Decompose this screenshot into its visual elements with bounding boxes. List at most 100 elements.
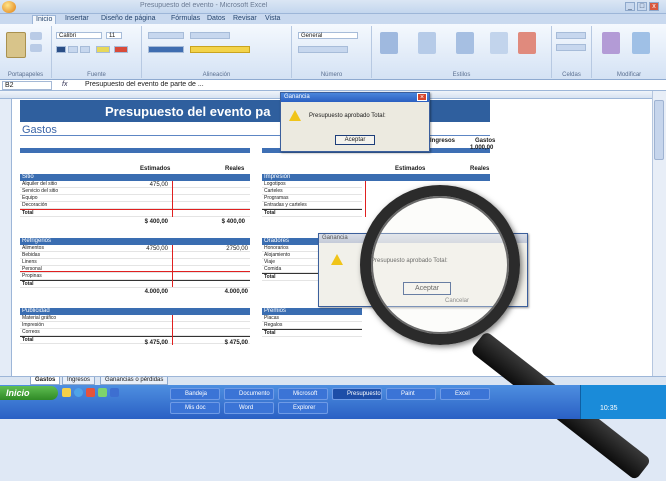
table-row-total[interactable]: Total bbox=[262, 209, 362, 217]
clock[interactable]: 10:35 bbox=[600, 405, 618, 412]
tab-page-layout[interactable]: Diseño de página bbox=[98, 15, 159, 24]
table-row[interactable]: Servicio del sitio bbox=[20, 188, 250, 195]
format-table-icon[interactable] bbox=[418, 32, 436, 54]
tab-data[interactable]: Datos bbox=[204, 15, 228, 24]
font-size-select[interactable]: 11 bbox=[106, 32, 122, 39]
tab-review[interactable]: Revisar bbox=[230, 15, 260, 24]
sheet-tabs-bar: Gastos Ingresos Ganancias o pérdidas bbox=[0, 376, 666, 385]
tab-formulas[interactable]: Fórmulas bbox=[168, 15, 203, 24]
section-publicidad[interactable]: Publicidad bbox=[20, 308, 250, 315]
paste-icon[interactable] bbox=[6, 32, 26, 58]
number-format-select[interactable]: General bbox=[298, 32, 358, 39]
sheet-subtitle[interactable]: Gastos bbox=[22, 124, 57, 136]
taskbar-item[interactable]: Explorer bbox=[278, 402, 328, 414]
excel-icon[interactable] bbox=[98, 388, 107, 397]
merge-center-icon[interactable] bbox=[190, 46, 250, 53]
media-icon[interactable] bbox=[86, 388, 95, 397]
cell-styles-icon[interactable] bbox=[456, 32, 474, 54]
dialog-ok-button[interactable]: Aceptar bbox=[335, 135, 375, 145]
font-color-icon[interactable] bbox=[114, 46, 128, 53]
maximize-button[interactable]: □ bbox=[637, 2, 647, 11]
italic-icon[interactable] bbox=[68, 46, 78, 53]
name-box[interactable]: B2 bbox=[2, 81, 52, 90]
tab-home[interactable]: Inicio bbox=[32, 15, 57, 24]
browser-icon[interactable] bbox=[74, 388, 83, 397]
sheet-tab-ganancias[interactable]: Ganancias o pérdidas bbox=[100, 377, 169, 385]
table-row-total[interactable]: Total bbox=[20, 209, 250, 217]
summary-value[interactable]: 1.000,00 bbox=[470, 145, 493, 151]
taskbar-item[interactable]: Paint bbox=[386, 388, 436, 400]
section-sitio[interactable]: Sitio bbox=[20, 174, 250, 181]
underline-icon[interactable] bbox=[80, 46, 90, 53]
office-button-icon[interactable] bbox=[2, 1, 16, 13]
cell-total-real[interactable]: 4.000,00 bbox=[200, 289, 248, 295]
taskbar-item[interactable]: Word bbox=[224, 402, 274, 414]
insert-cells-icon[interactable] bbox=[490, 32, 508, 54]
autosum-icon[interactable] bbox=[556, 32, 586, 39]
table-row[interactable]: Bebidas bbox=[20, 252, 250, 259]
table-row[interactable]: Linens bbox=[20, 259, 250, 266]
section-premios[interactable]: Premios bbox=[262, 308, 362, 315]
align-top-icon[interactable] bbox=[148, 32, 184, 39]
font-name-select[interactable]: Calibri bbox=[56, 32, 102, 39]
table-row[interactable]: Logotipos bbox=[262, 181, 362, 188]
table-row[interactable]: Regalos bbox=[262, 322, 362, 329]
tab-insert[interactable]: Insertar bbox=[62, 15, 92, 24]
table-row[interactable]: Entradas y carteles bbox=[262, 202, 362, 209]
word-icon[interactable] bbox=[110, 388, 119, 397]
cut-icon[interactable] bbox=[30, 32, 42, 40]
close-button[interactable]: x bbox=[649, 2, 659, 11]
fill-color-icon[interactable] bbox=[96, 46, 110, 53]
conditional-format-icon[interactable] bbox=[380, 32, 398, 54]
taskbar-item[interactable]: Microsoft bbox=[278, 388, 328, 400]
folder-icon[interactable] bbox=[62, 388, 71, 397]
cell-total-est[interactable]: $ 475,00 bbox=[118, 340, 168, 346]
sheet-tab-ingresos[interactable]: Ingresos bbox=[62, 377, 96, 385]
cell-total-est[interactable]: $ 400,00 bbox=[118, 219, 168, 225]
section-refrigerios[interactable]: Refrigerios bbox=[20, 238, 250, 245]
cell-real[interactable]: 2750,00 bbox=[200, 246, 248, 252]
cell-estimado[interactable]: 4750,00 bbox=[120, 246, 168, 252]
minimize-button[interactable]: _ bbox=[625, 2, 635, 11]
table-row[interactable]: Programas bbox=[262, 195, 362, 202]
message-dialog[interactable]: Ganancia × Presupuesto aprobado Total: A… bbox=[280, 92, 430, 152]
table-row-total[interactable]: Total bbox=[262, 329, 362, 337]
taskbar-item[interactable]: Bandeja bbox=[170, 388, 220, 400]
taskbar-item[interactable]: Presupuesto bbox=[332, 388, 382, 400]
delete-cells-icon[interactable] bbox=[518, 32, 536, 54]
table-row[interactable]: Equipo bbox=[20, 195, 250, 202]
formula-input[interactable]: Presupuesto del evento de parte de ... bbox=[85, 81, 275, 90]
cell-estimado[interactable]: 475,00 bbox=[128, 182, 168, 188]
currency-icon[interactable] bbox=[298, 46, 348, 53]
fill-icon[interactable] bbox=[556, 44, 586, 51]
copy-icon[interactable] bbox=[30, 44, 42, 52]
sheet-tab-gastos[interactable]: Gastos bbox=[30, 377, 61, 385]
sort-filter-icon[interactable] bbox=[602, 32, 620, 54]
cell-total-est[interactable]: 4.000,00 bbox=[118, 289, 168, 295]
fx-icon[interactable]: fx bbox=[62, 81, 74, 88]
cell-total-real[interactable]: $ 475,00 bbox=[200, 340, 248, 346]
wrap-text-icon[interactable] bbox=[190, 32, 230, 39]
align-center-icon[interactable] bbox=[148, 46, 184, 53]
table-row[interactable]: Carteles bbox=[262, 188, 362, 195]
table-row[interactable]: Correos bbox=[20, 329, 250, 336]
table-row[interactable]: Propinas bbox=[20, 273, 250, 280]
taskbar-item[interactable]: Excel bbox=[440, 388, 490, 400]
table-row[interactable]: Material gráfico bbox=[20, 315, 250, 322]
taskbar-item[interactable]: Documento bbox=[224, 388, 274, 400]
table-row-total[interactable]: Total bbox=[20, 280, 250, 288]
find-select-icon[interactable] bbox=[632, 32, 650, 54]
scroll-thumb[interactable] bbox=[654, 100, 664, 160]
taskbar-item[interactable]: Mis doc bbox=[170, 402, 220, 414]
cell-total-real[interactable]: $ 400,00 bbox=[205, 219, 245, 225]
bold-icon[interactable] bbox=[56, 46, 66, 53]
start-button[interactable]: Inicio bbox=[0, 386, 58, 400]
section-impresion[interactable]: Impresión bbox=[262, 174, 490, 181]
table-row[interactable]: Impresión bbox=[20, 322, 250, 329]
table-row[interactable]: Decoración bbox=[20, 202, 250, 209]
row-headers[interactable] bbox=[0, 99, 12, 376]
table-row[interactable]: Placas bbox=[262, 315, 362, 322]
tab-view[interactable]: Vista bbox=[262, 15, 283, 24]
sheet-title[interactable]: Presupuesto del evento pa bbox=[105, 104, 305, 119]
dialog-close-icon[interactable]: × bbox=[417, 93, 427, 101]
